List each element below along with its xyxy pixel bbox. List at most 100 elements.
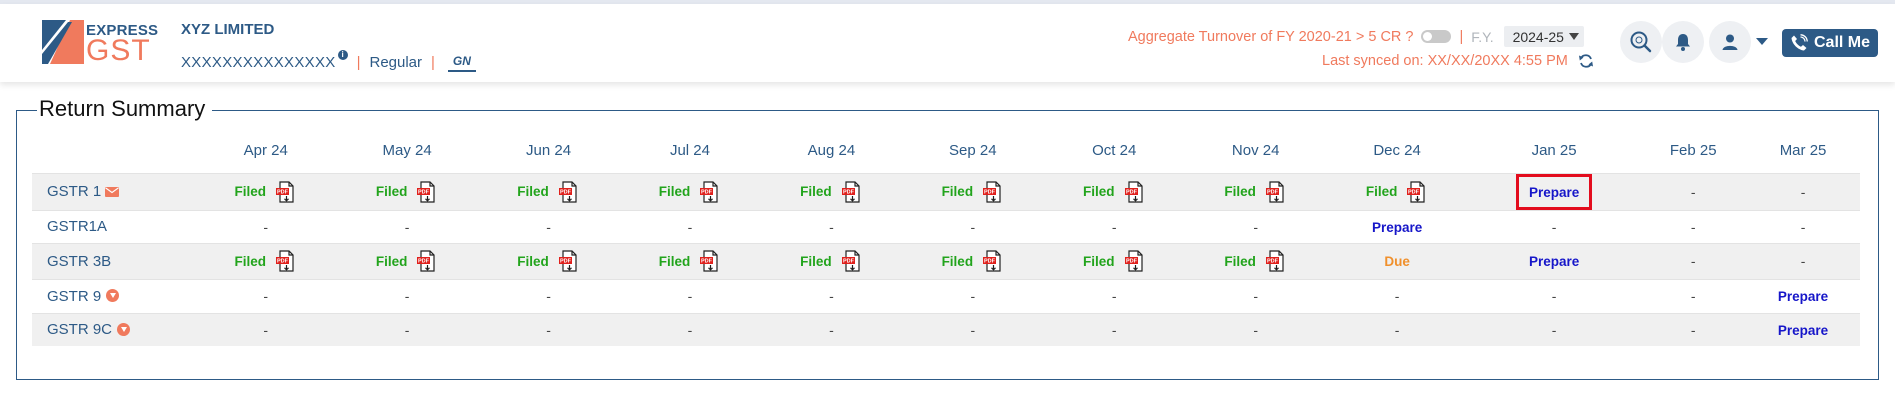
company-name: XYZ LIMITED — [181, 21, 275, 38]
status-cell-jul-24: - — [619, 278, 761, 313]
month-header-nov-24: Nov 24 — [1231, 142, 1280, 160]
info-icon[interactable]: i — [337, 50, 348, 60]
empty-status: - — [263, 218, 269, 235]
filed-status: Filed PDF — [1224, 250, 1287, 272]
prepare-link[interactable]: Prepare — [1778, 323, 1828, 338]
gstin-search-button[interactable] — [1620, 21, 1662, 63]
bell-icon — [1676, 34, 1690, 51]
status-cell-feb-25: - — [1640, 312, 1747, 346]
aggregate-turnover-toggle[interactable] — [1421, 30, 1452, 43]
month-header-jun-24: Jun 24 — [526, 142, 572, 160]
pdf-download-icon[interactable]: PDF — [1406, 180, 1428, 203]
return-name: GSTR 9C — [47, 321, 113, 339]
empty-status: - — [404, 321, 410, 338]
status-cell-oct-24: - — [1043, 209, 1185, 243]
empty-status: - — [687, 321, 693, 338]
pdf-download-icon[interactable]: PDF — [275, 180, 297, 203]
return-name: GSTR1A — [47, 218, 108, 235]
status-cell-feb-25: - — [1640, 209, 1747, 243]
pdf-download-icon[interactable]: PDF — [558, 250, 580, 272]
mail-icon[interactable] — [105, 187, 120, 198]
pdf-download-icon[interactable]: PDF — [841, 180, 863, 203]
logo-mark-icon — [42, 20, 84, 64]
prepare-link[interactable]: Prepare — [1372, 220, 1422, 235]
filed-status: Filed PDF — [234, 250, 297, 272]
filed-label: Filed — [1224, 184, 1256, 199]
express-gst-logo[interactable]: EXPRESS GST — [42, 20, 162, 68]
pdf-download-icon[interactable]: PDF — [558, 180, 580, 203]
pdf-download-icon[interactable]: PDF — [982, 250, 1004, 272]
empty-status: - — [970, 321, 976, 338]
pdf-download-icon[interactable]: PDF — [416, 250, 438, 272]
status-cell-dec-24: Filed PDF — [1326, 172, 1468, 210]
filed-label: Filed — [941, 184, 974, 199]
status-cell-feb-25: - — [1640, 278, 1747, 313]
pdf-download-icon[interactable]: PDF — [699, 250, 721, 272]
return-name: GSTR 9 — [47, 287, 102, 305]
empty-status: - — [1253, 218, 1258, 235]
refresh-icon[interactable] — [1578, 53, 1594, 69]
empty-status: - — [970, 288, 976, 304]
status-cell-oct-24: Filed PDF — [1043, 242, 1185, 279]
pdf-download-icon[interactable]: PDF — [416, 180, 438, 203]
status-cell-jun-24: - — [477, 278, 620, 313]
empty-status: - — [687, 288, 693, 304]
return-name: GSTR 1 — [47, 183, 102, 200]
status-cell-sep-24: - — [902, 278, 1044, 313]
month-header-apr-24: Apr 24 — [243, 142, 288, 160]
profile-dropdown-icon[interactable] — [1756, 38, 1768, 45]
month-header-row: Apr 24 May 24 Jun 24 Jul 24 Aug 24 Sep 24 Oct … — [32, 129, 1860, 173]
svg-text:PDF: PDF — [984, 259, 996, 265]
pdf-download-icon[interactable]: PDF — [1265, 180, 1287, 203]
pdf-download-icon[interactable]: PDF — [275, 250, 297, 272]
empty-status: - — [1690, 218, 1696, 235]
empty-status: - — [1551, 321, 1557, 338]
company-details: XXXXXXXXXXXXXXX i | Regular | GN — [181, 50, 476, 74]
pdf-download-icon[interactable]: PDF — [982, 180, 1004, 203]
status-cell-apr-24: - — [195, 278, 337, 313]
month-header-dec-24: Dec 24 — [1373, 142, 1421, 160]
pdf-download-icon[interactable]: PDF — [1124, 180, 1146, 203]
notifications-button[interactable] — [1662, 21, 1704, 63]
due-status[interactable]: Due — [1384, 254, 1410, 269]
last-synced-text: Last synced on: XX/XX/20XX 4:55 PM — [1322, 53, 1568, 69]
filed-label: Filed — [800, 184, 832, 199]
return-row-gstr-9: GSTR 9 - - - - - - - - - - - Prepare — [32, 278, 1860, 313]
return-name-cell: GSTR 1 — [32, 172, 195, 210]
pdf-download-icon[interactable]: PDF — [699, 180, 721, 203]
filed-label: Filed — [658, 184, 691, 199]
filed-status: Filed PDF — [1083, 180, 1146, 203]
fy-select[interactable]: 2024-25 — [1503, 26, 1584, 47]
status-cell-aug-24: - — [760, 278, 903, 313]
svg-text:PDF: PDF — [701, 259, 713, 265]
pdf-download-icon[interactable]: PDF — [1124, 250, 1146, 272]
profile-button[interactable] — [1709, 21, 1751, 63]
empty-status: - — [687, 218, 693, 235]
filed-label: Filed — [517, 253, 549, 269]
return-name: GSTR 3B — [47, 252, 112, 270]
prepare-link[interactable]: Prepare — [1778, 289, 1828, 304]
status-cell-apr-24: Filed PDF — [195, 172, 337, 210]
svg-text:PDF: PDF — [701, 189, 713, 195]
logo-gst-text: GST — [86, 34, 151, 67]
status-cell-jan-25: Prepare — [1467, 172, 1641, 210]
pdf-download-icon[interactable]: PDF — [841, 250, 863, 272]
pdf-download-icon[interactable]: PDF — [1265, 250, 1287, 272]
svg-text:PDF: PDF — [560, 259, 572, 265]
status-cell-jan-25: Prepare — [1467, 242, 1641, 279]
prepare-link[interactable]: Prepare — [1529, 254, 1579, 269]
status-cell-apr-24: - — [195, 209, 337, 243]
download-icon[interactable] — [106, 289, 120, 303]
download-icon[interactable] — [117, 322, 131, 336]
status-cell-jul-24: Filed PDF — [619, 172, 761, 210]
empty-status: - — [1800, 218, 1806, 235]
call-me-button[interactable]: Call Me — [1782, 29, 1878, 57]
svg-text:PDF: PDF — [1267, 259, 1279, 265]
status-cell-aug-24: - — [760, 312, 903, 346]
empty-status: - — [1690, 253, 1696, 269]
phone-icon — [1791, 34, 1808, 51]
call-me-label: Call Me — [1813, 34, 1870, 51]
status-cell-mar-25: - — [1746, 209, 1860, 243]
prepare-link[interactable]: Prepare — [1529, 185, 1579, 200]
empty-status: - — [1800, 183, 1806, 200]
